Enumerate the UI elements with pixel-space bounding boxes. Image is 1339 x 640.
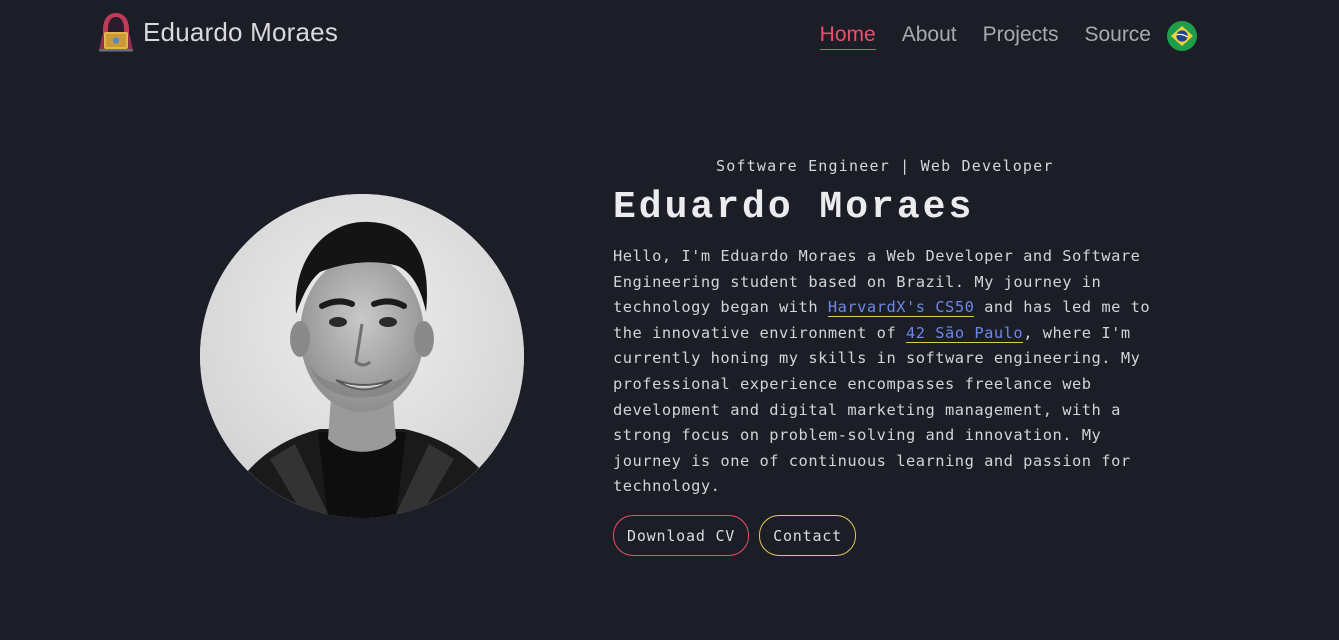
contact-button[interactable]: Contact [759, 515, 856, 556]
hooded-hacker-laptop-icon [99, 13, 133, 52]
nav-link-about[interactable]: About [902, 23, 957, 50]
link-harvardx-cs50[interactable]: HarvardX's CS50 [827, 298, 975, 318]
hero-subtitle: Software Engineer | Web Developer [716, 157, 1054, 175]
site-header: Eduardo Moraes Home About Projects Sourc… [0, 0, 1339, 72]
hero-title: Eduardo Moraes [613, 186, 975, 229]
link-42-sao-paulo[interactable]: 42 São Paulo [905, 323, 1024, 343]
nav-link-projects[interactable]: Projects [983, 23, 1059, 50]
nav-link-home[interactable]: Home [819, 23, 876, 50]
hero-bio: Hello, I'm Eduardo Moraes a Web Develope… [613, 244, 1158, 500]
main-nav: Home About Projects Source [819, 18, 1197, 54]
download-cv-button[interactable]: Download CV [613, 515, 750, 556]
brazil-flag-icon[interactable] [1167, 21, 1197, 51]
profile-photo [200, 194, 524, 518]
nav-link-source[interactable]: Source [1084, 23, 1151, 50]
brand-home-link[interactable]: Eduardo Moraes [97, 12, 338, 52]
hero-actions: Download CV Contact [613, 515, 856, 556]
bio-text-3: , where I'm currently honing my skills i… [613, 323, 1141, 496]
profile-photo-image [200, 194, 524, 518]
brand-name: Eduardo Moraes [143, 16, 339, 47]
